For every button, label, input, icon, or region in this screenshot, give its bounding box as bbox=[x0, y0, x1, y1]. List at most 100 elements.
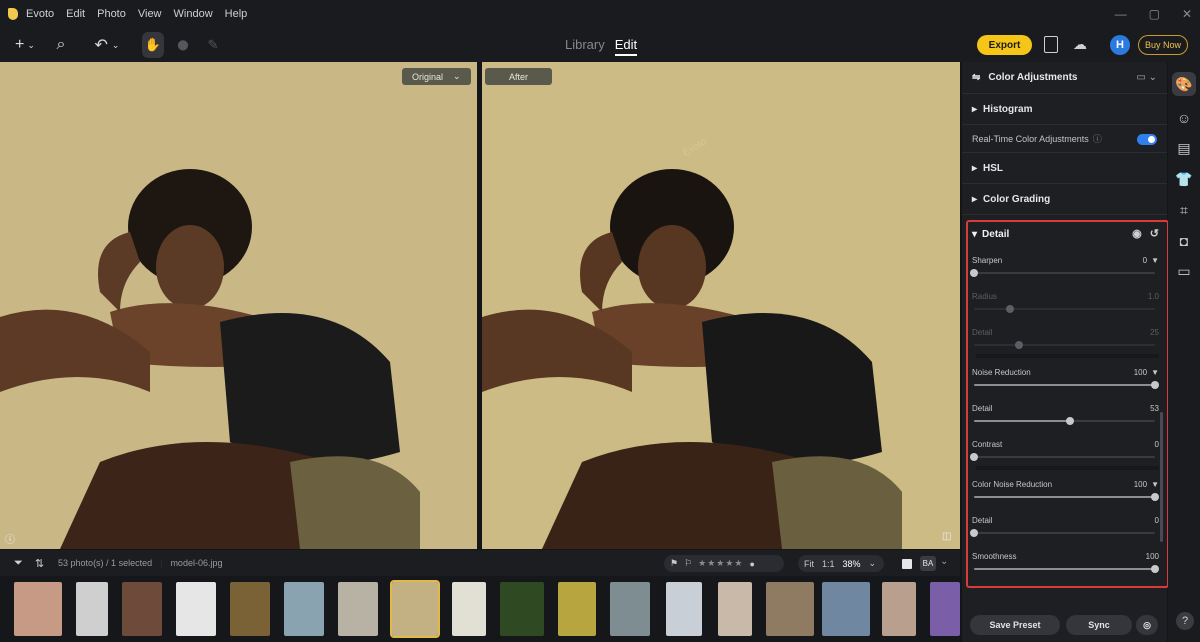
sharpen-value[interactable]: 0 ▼ bbox=[1143, 256, 1159, 265]
background-icon[interactable]: ▤ bbox=[1177, 140, 1190, 157]
noise-reduction-thumb[interactable] bbox=[1151, 381, 1159, 389]
cnr-detail-slider[interactable]: Detail 0 bbox=[968, 506, 1167, 542]
thumbnail[interactable] bbox=[230, 582, 270, 636]
thumbnail[interactable] bbox=[558, 582, 596, 636]
thumbnail[interactable] bbox=[822, 582, 870, 636]
tab-edit[interactable]: Edit bbox=[614, 37, 638, 56]
realtime-toggle[interactable] bbox=[1137, 134, 1157, 145]
menu-photo[interactable]: Photo bbox=[97, 8, 126, 20]
thumbnail[interactable] bbox=[718, 582, 752, 636]
thumbnail[interactable] bbox=[766, 582, 814, 636]
nr-detail-slider[interactable]: Detail 53 bbox=[968, 394, 1167, 430]
flag-icon[interactable]: ⚑ bbox=[670, 558, 678, 569]
smoothness-track[interactable] bbox=[974, 565, 1159, 573]
hand-tool-button[interactable]: ✋ bbox=[142, 32, 164, 58]
brush-tool-button[interactable]: ✎ bbox=[202, 32, 224, 58]
thumbnail-selected[interactable] bbox=[390, 580, 440, 638]
smoothness-thumb[interactable] bbox=[1151, 565, 1159, 573]
thumbnail[interactable] bbox=[452, 582, 486, 636]
one-to-one-button[interactable]: 1:1 bbox=[822, 559, 835, 569]
thumbnail[interactable] bbox=[500, 582, 544, 636]
info-icon[interactable]: ⓘ bbox=[5, 531, 17, 546]
thumbnail[interactable] bbox=[930, 582, 960, 636]
chevron-down-icon[interactable]: ⌄ bbox=[869, 558, 877, 569]
folder-settings-icon[interactable]: ▭ bbox=[1177, 263, 1190, 280]
color-noise-reduction-track[interactable] bbox=[974, 493, 1159, 501]
filter-icon[interactable]: ⏷ bbox=[14, 557, 23, 570]
avatar[interactable]: H bbox=[1110, 35, 1130, 55]
document-export-icon[interactable] bbox=[1044, 36, 1058, 53]
section-hsl[interactable]: ▸ HSL bbox=[962, 153, 1167, 184]
eye-icon[interactable]: ◉ bbox=[1132, 227, 1142, 240]
fit-button[interactable]: Fit bbox=[804, 559, 814, 569]
contrast-thumb[interactable] bbox=[970, 453, 978, 461]
section-color-grading[interactable]: ▸ Color Grading bbox=[962, 184, 1167, 215]
thumbnail[interactable] bbox=[122, 582, 162, 636]
color-noise-reduction-slider[interactable]: Color Noise Reduction 100 ▼ bbox=[968, 470, 1167, 506]
layout-toggle-icon[interactable]: ▭ ⌄ bbox=[1136, 72, 1157, 83]
reset-icon[interactable]: ↺ bbox=[1150, 227, 1159, 240]
original-view-dropdown[interactable]: Original ⌄ bbox=[402, 68, 471, 85]
menu-view[interactable]: View bbox=[138, 8, 162, 20]
sharpen-slider[interactable]: Sharpen 0 ▼ bbox=[968, 246, 1167, 282]
thumbnail[interactable] bbox=[284, 582, 324, 636]
original-image-pane[interactable]: Original ⌄ ⓘ bbox=[0, 62, 477, 549]
menu-help[interactable]: Help bbox=[225, 8, 248, 20]
star-rating[interactable]: ★★★★★ bbox=[698, 558, 743, 569]
color-label-icon[interactable]: ● bbox=[750, 559, 755, 569]
menu-edit[interactable]: Edit bbox=[66, 8, 85, 20]
thumbnail[interactable] bbox=[666, 582, 702, 636]
sync-button[interactable]: Sync bbox=[1066, 615, 1132, 635]
before-after-view-icon[interactable]: BA bbox=[920, 556, 936, 571]
undo-button[interactable]: ↶ ⌄ bbox=[90, 32, 124, 58]
export-button[interactable]: Export bbox=[977, 35, 1032, 55]
search-button[interactable]: ⌕ bbox=[50, 32, 72, 58]
sort-icon[interactable]: ⇅ bbox=[35, 557, 44, 570]
maximize-icon[interactable]: ▢ bbox=[1149, 7, 1160, 21]
help-icon[interactable]: ? bbox=[1176, 612, 1194, 630]
sharpen-track[interactable] bbox=[970, 269, 1155, 277]
thumbnail[interactable] bbox=[882, 582, 916, 636]
cnr-detail-track[interactable] bbox=[970, 529, 1155, 537]
buy-now-button[interactable]: Buy Now bbox=[1138, 35, 1188, 55]
contrast-track[interactable] bbox=[970, 453, 1155, 461]
save-preset-button[interactable]: Save Preset bbox=[970, 615, 1060, 635]
smoothness-slider[interactable]: Smoothness 100 bbox=[968, 542, 1167, 578]
compare-icon[interactable]: ◫ bbox=[942, 531, 954, 543]
after-image-pane[interactable]: After Evoto ◫ bbox=[482, 62, 960, 549]
thumbnail[interactable] bbox=[338, 582, 378, 636]
clothing-icon[interactable]: 👕 bbox=[1175, 171, 1192, 188]
tab-library[interactable]: Library bbox=[565, 37, 605, 56]
thumbnail[interactable] bbox=[610, 582, 650, 636]
contrast-slider[interactable]: Contrast 0 bbox=[968, 430, 1167, 466]
sync-settings-icon[interactable]: ◎ bbox=[1136, 615, 1158, 635]
thumbnail[interactable] bbox=[176, 582, 216, 636]
palette-icon[interactable]: 🎨 bbox=[1172, 72, 1196, 96]
panel-scrollbar[interactable] bbox=[1160, 412, 1163, 542]
thumbnail[interactable] bbox=[14, 582, 62, 636]
noise-reduction-value[interactable]: 100 ▼ bbox=[1134, 368, 1159, 377]
help-circle-icon[interactable]: ⓘ bbox=[1093, 132, 1102, 145]
minimize-icon[interactable]: — bbox=[1115, 7, 1127, 21]
nr-detail-track[interactable] bbox=[974, 417, 1155, 425]
cnr-detail-thumb[interactable] bbox=[970, 529, 978, 537]
close-icon[interactable]: ✕ bbox=[1182, 7, 1192, 21]
color-noise-reduction-thumb[interactable] bbox=[1151, 493, 1159, 501]
rating-control[interactable]: ⚑ ⚐ ★★★★★ ● bbox=[664, 555, 784, 572]
section-histogram[interactable]: ▸ Histogram bbox=[962, 94, 1167, 125]
cloud-icon[interactable]: ☁ bbox=[1073, 36, 1087, 53]
chevron-down-icon[interactable]: ⌄ bbox=[940, 556, 948, 567]
detail-header[interactable]: ▾ Detail ◉ ↺ bbox=[968, 222, 1167, 246]
face-icon[interactable]: ☺ bbox=[1177, 110, 1191, 126]
crop-icon[interactable]: ⌗ bbox=[1180, 202, 1188, 219]
add-button[interactable]: + ⌄ bbox=[10, 32, 40, 58]
camera-icon[interactable]: ◘ bbox=[1180, 233, 1188, 249]
noise-reduction-slider[interactable]: Noise Reduction 100 ▼ bbox=[968, 358, 1167, 394]
zoom-control[interactable]: Fit 1:1 38% ⌄ bbox=[798, 555, 884, 572]
thumbnail[interactable] bbox=[76, 582, 108, 636]
noise-reduction-track[interactable] bbox=[974, 381, 1159, 389]
stamp-tool-button[interactable]: ⬤ bbox=[172, 32, 194, 58]
reject-flag-icon[interactable]: ⚐ bbox=[684, 558, 692, 569]
sharpen-thumb[interactable] bbox=[970, 269, 978, 277]
menu-window[interactable]: Window bbox=[174, 8, 213, 20]
